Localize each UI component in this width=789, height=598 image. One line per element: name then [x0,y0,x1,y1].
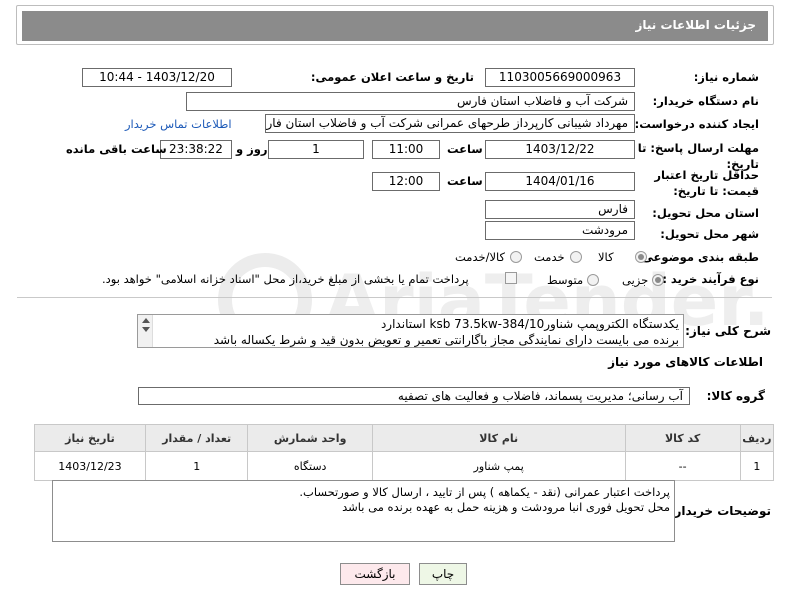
print-button[interactable]: چاپ [419,563,467,585]
remaining-days-field: 1 [268,140,364,159]
description-label: شرح کلی نیاز: [685,324,771,338]
category-label: طبقه بندی موضوعی: [637,250,759,264]
description-line-2: برنده می بایست دارای نمایندگی مجاز باگار… [213,333,679,347]
category-option-goods-service: کالا/خدمت [455,250,506,264]
price-validity-label: حداقل تاریخ اعتبار قیمت: تا تاریخ: [654,168,759,198]
col-qty-header: تعداد / مقدار [144,424,249,452]
treasury-payment-note: پرداخت تمام یا بخشی از مبلغ خرید،از محل … [102,272,469,286]
scroll-down-arrow-icon[interactable] [142,327,150,332]
col-code-header: کد کالا [624,424,741,452]
price-validity-time-field: 12:00 [372,172,440,191]
description-scrollbar[interactable] [138,315,153,347]
scroll-up-arrow-icon[interactable] [142,318,150,323]
remaining-days-label: روز و [236,142,268,156]
page-title: جزئیات اطلاعات نیاز [635,18,756,32]
remaining-time-label: ساعت باقی مانده [66,142,167,156]
treasury-payment-checkbox[interactable] [505,272,517,284]
need-number-field: 1103005669000963 [485,68,635,87]
back-button[interactable]: بازگشت [340,563,410,585]
cell-date: 1403/12/23 [34,451,146,481]
need-number-label: شماره نیاز: [693,70,759,84]
col-row-header: ردیف [739,424,775,452]
col-date-header: تاریخ نیاز [34,424,146,452]
buyer-org-label: نام دستگاه خریدار: [652,94,759,108]
buyer-notes-line-2: محل تحویل فوری انبا مرودشت و هزینه حمل ب… [342,500,670,514]
delivery-city-field: مرودشت [485,221,635,240]
reply-time-label: ساعت [447,142,483,156]
description-line-1: یکدستگاه الکتروپمپ شناورksb 73.5kw-384/1… [380,317,679,331]
purchase-type-label: نوع فرآیند خرید : [662,272,759,286]
goods-table: ردیف کد کالا نام کالا واحد شمارش تعداد /… [34,424,775,481]
purchase-radio-medium[interactable] [587,274,599,286]
goods-section-title: اطلاعات کالاهای مورد نیاز [608,355,763,369]
category-option-goods: کالا [598,250,614,264]
buyer-notes-box[interactable]: پرداخت اعتبار عمرانی (نقد - یکماهه ) پس … [52,480,675,542]
delivery-city-label: شهر محل تحویل: [660,227,759,241]
goods-group-label: گروه کالا: [706,389,765,403]
remaining-time-field: 23:38:22 [160,140,232,159]
cell-qty: 1 [144,451,249,481]
header-bar: جزئیات اطلاعات نیاز [22,11,768,41]
cell-code: -- [624,451,741,481]
buyer-contact-link[interactable]: اطلاعات تماس خریدار [125,116,232,132]
goods-group-field: آب رسانی؛ مدیریت پسماند، فاضلاب و فعالیت… [138,387,690,405]
table-row: 1 -- پمپ شناور دستگاه 1 1403/12/23 [34,451,775,481]
col-name-header: نام کالا [371,424,626,452]
cell-unit: دستگاه [247,451,373,481]
cell-name: پمپ شناور [371,451,626,481]
col-unit-header: واحد شمارش [247,424,373,452]
purchase-radio-minor[interactable] [652,274,664,286]
requester-label: ایجاد کننده درخواست: [634,117,759,131]
price-validity-date-field: 1404/01/16 [485,172,635,191]
delivery-province-field: فارس [485,200,635,219]
price-validity-time-label: ساعت [447,174,483,188]
category-radio-service[interactable] [570,251,582,263]
divider [17,297,772,298]
requester-field: مهرداد شیبانی کارپرداز طرحهای عمرانی شرک… [265,114,635,133]
category-radio-goods-service[interactable] [510,251,522,263]
buyer-notes-label: توضیحات خریدار: [669,504,771,518]
reply-date-field: 1403/12/22 [485,140,635,159]
announce-datetime-field: 1403/12/20 - 10:44 [82,68,232,87]
category-option-service: خدمت [534,250,565,264]
cell-row: 1 [739,451,775,481]
description-box[interactable]: یکدستگاه الکتروپمپ شناورksb 73.5kw-384/1… [137,314,684,348]
purchase-option-medium: متوسط [547,273,584,287]
buyer-org-field: شرکت آب و فاضلاب استان فارس [186,92,635,111]
delivery-province-label: استان محل تحویل: [652,206,759,220]
announce-datetime-label: تاریخ و ساعت اعلان عمومی: [310,70,474,84]
buyer-notes-line-1: پرداخت اعتبار عمرانی (نقد - یکماهه ) پس … [299,485,670,499]
category-radio-goods[interactable] [635,251,647,263]
reply-time-field: 11:00 [372,140,440,159]
goods-table-header: ردیف کد کالا نام کالا واحد شمارش تعداد /… [34,424,775,452]
purchase-option-minor: جزیی [622,273,649,287]
header-panel: جزئیات اطلاعات نیاز [16,5,774,45]
